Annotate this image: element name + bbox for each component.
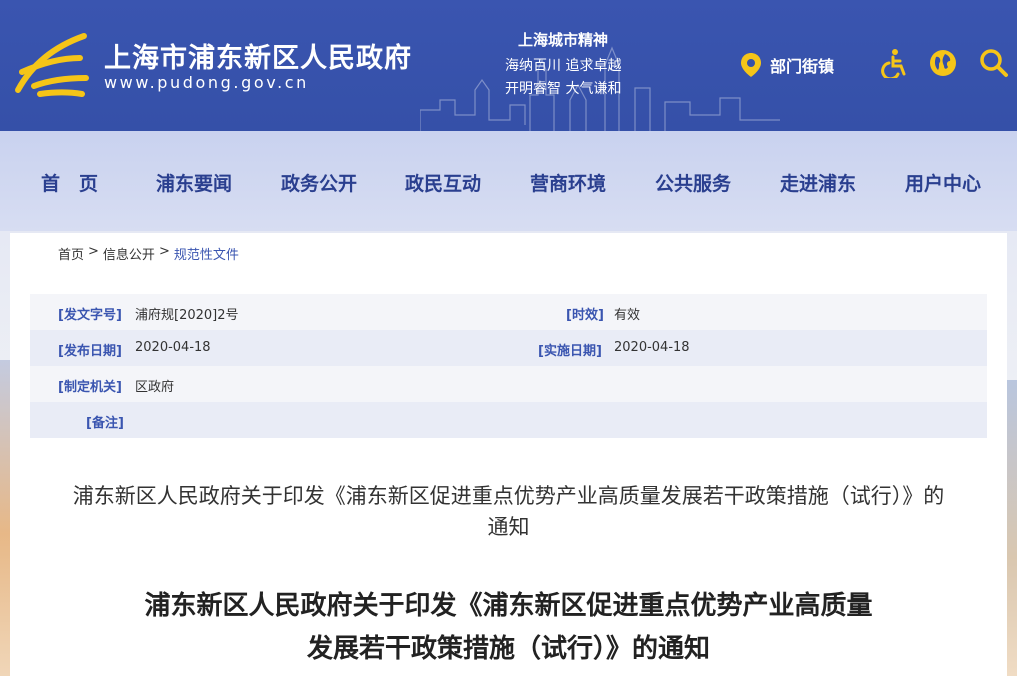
- document-heading-line-2: 发展若干政策措施（试行）》的通知: [306, 634, 710, 664]
- nav-interaction[interactable]: 政民互动: [405, 169, 481, 196]
- site-url: www.pudong.gov.cn: [104, 73, 309, 92]
- nav-public-service[interactable]: 公共服务: [655, 169, 731, 196]
- meta-row: [发文字号] 浦府规[2020]2号 [时效] 有效: [30, 294, 987, 330]
- main-nav: 首 页 浦东要闻 政务公开 政民互动 营商环境 公共服务 走进浦东 用户中心: [0, 131, 1017, 231]
- remark-label: [备注]: [86, 416, 124, 431]
- background-decoration-right: [1007, 380, 1017, 676]
- issuer-value: 区政府: [135, 380, 175, 395]
- city-spirit-line-1: 海纳百川 追求卓越: [505, 58, 622, 74]
- globe-icon[interactable]: [928, 48, 958, 78]
- background-decoration-left: [0, 360, 10, 676]
- nav-user-center[interactable]: 用户中心: [905, 169, 981, 196]
- nav-pudong-news[interactable]: 浦东要闻: [156, 169, 232, 196]
- dept-street-link[interactable]: 部门街镇: [740, 52, 834, 78]
- meta-row: [备注]: [30, 402, 987, 438]
- validity-value: 有效: [614, 308, 641, 323]
- breadcrumb-separator: >: [158, 244, 170, 259]
- dept-street-label: 部门街镇: [770, 57, 835, 76]
- doc-no-label: [发文字号]: [58, 308, 122, 323]
- breadcrumb: 首页 > 信息公开 > 规范性文件: [58, 244, 239, 263]
- city-spirit-line-2: 开明睿智 大气谦和: [505, 81, 622, 97]
- publish-date-value: 2020-04-18: [135, 340, 211, 355]
- search-icon[interactable]: [979, 48, 1009, 78]
- meta-row: [制定机关] 区政府: [30, 366, 987, 402]
- breadcrumb-info-public[interactable]: 信息公开: [103, 244, 155, 263]
- validity-label: [时效]: [566, 308, 604, 323]
- doc-no-value: 浦府规[2020]2号: [135, 308, 239, 323]
- nav-home[interactable]: 首 页: [41, 169, 98, 196]
- site-title[interactable]: 上海市浦东新区人民政府: [104, 36, 412, 75]
- effective-date-value: 2020-04-18: [614, 340, 690, 355]
- document-heading-line-1: 浦东新区人民政府关于印发《浦东新区促进重点优势产业高质量: [144, 591, 873, 621]
- pudong-logo-icon[interactable]: [10, 28, 94, 100]
- content-card: 首页 > 信息公开 > 规范性文件 [发文字号] 浦府规[2020]2号 [时效…: [10, 233, 1007, 676]
- meta-row: [发布日期] 2020-04-18 [实施日期] 2020-04-18: [30, 330, 987, 366]
- document-heading: 浦东新区人民政府关于印发《浦东新区促进重点优势产业高质量 发展若干政策措施（试行…: [80, 585, 937, 671]
- accessibility-icon[interactable]: [880, 48, 910, 78]
- publish-date-label: [发布日期]: [58, 344, 122, 359]
- location-pin-icon: [741, 53, 761, 77]
- site-header: 上海市浦东新区人民政府 www.pudong.gov.cn 上海城市精神 海纳百…: [0, 0, 1017, 131]
- breadcrumb-separator: >: [88, 244, 99, 259]
- breadcrumb-current[interactable]: 规范性文件: [174, 244, 239, 263]
- city-spirit-title: 上海城市精神: [518, 31, 609, 49]
- document-title: 浦东新区人民政府关于印发《浦东新区促进重点优势产业高质量发展若干政策措施（试行）…: [72, 484, 945, 539]
- issuer-label: [制定机关]: [58, 380, 122, 395]
- breadcrumb-home[interactable]: 首页: [58, 244, 84, 263]
- nav-business-env[interactable]: 营商环境: [530, 169, 606, 196]
- nav-gov-affairs[interactable]: 政务公开: [281, 169, 357, 196]
- nav-about-pudong[interactable]: 走进浦东: [780, 169, 856, 196]
- document-meta-table: [发文字号] 浦府规[2020]2号 [时效] 有效 [发布日期] 2020-0…: [30, 294, 987, 438]
- effective-date-label: [实施日期]: [538, 344, 602, 359]
